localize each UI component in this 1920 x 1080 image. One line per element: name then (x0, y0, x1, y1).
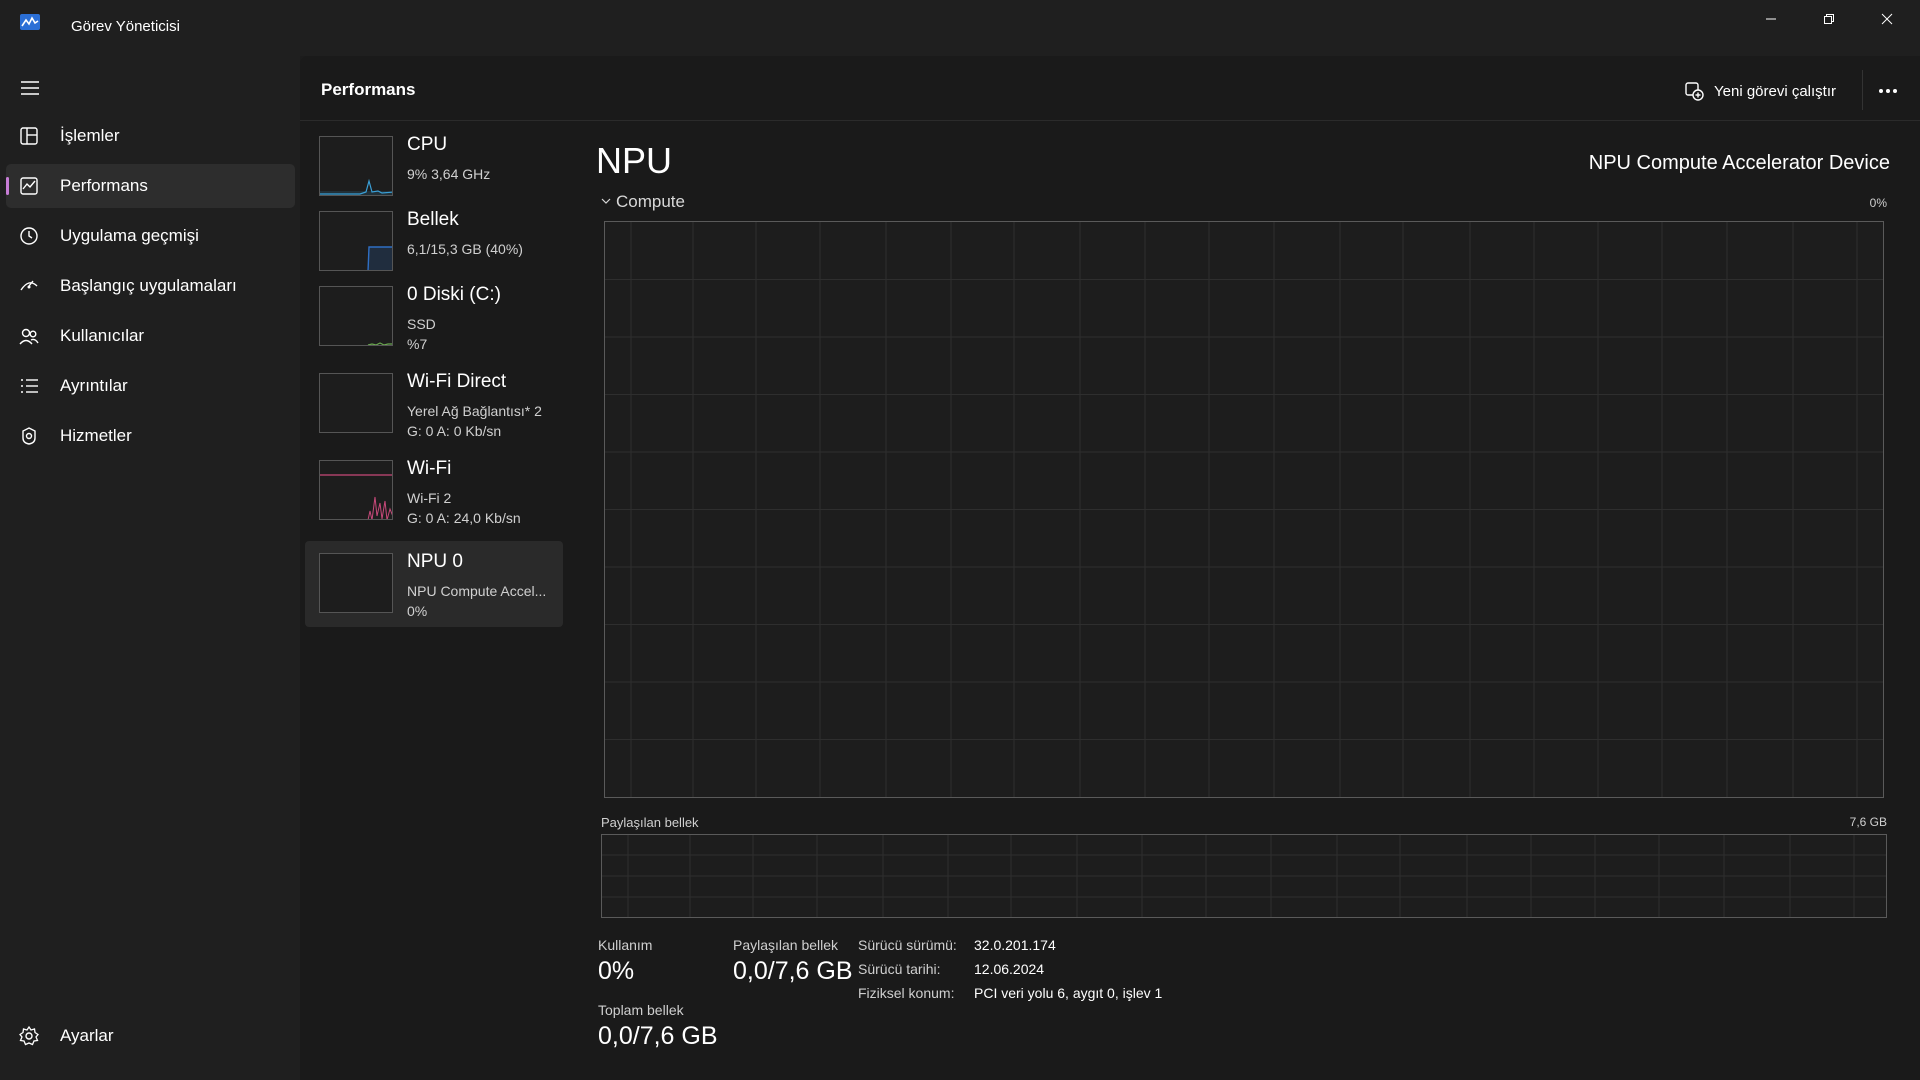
detail-title: NPU (596, 140, 673, 181)
navigation-toggle-button[interactable] (14, 72, 46, 104)
close-button[interactable] (1858, 0, 1916, 38)
history-icon (20, 227, 38, 245)
resource-name: Bellek (407, 209, 459, 230)
resource-detail: %7 (407, 336, 428, 352)
usage-label: Kullanım (598, 937, 653, 953)
close-icon (1881, 13, 1893, 25)
sidebar-item-processes[interactable]: İşlemler (6, 114, 295, 158)
resource-name: Wi-Fi (407, 458, 452, 479)
resource-name: NPU 0 (407, 551, 463, 572)
details-icon (21, 379, 38, 393)
restore-icon (1824, 14, 1834, 24)
resource-detail: 6,1/15,3 GB (40%) (407, 241, 523, 257)
chevron-down-icon[interactable] (601, 197, 611, 205)
performance-icon (20, 177, 38, 195)
resource-detail: Yerel Ağ Bağlantısı* 2 (407, 403, 542, 419)
sidebar-item-users[interactable]: Kullanıcılar (6, 314, 295, 358)
page-title: Performans (321, 80, 416, 99)
run-new-task-label: Yeni görevi çalıştır (1714, 82, 1837, 100)
sidebar-item-details[interactable]: Ayrıntılar (6, 364, 295, 408)
resource-detail: G: 0 A: 24,0 Kb/sn (407, 510, 521, 526)
compute-grid (605, 222, 1883, 797)
resource-thumbnail-npu (319, 553, 393, 613)
sidebar-item-services[interactable]: Hizmetler (6, 414, 295, 458)
shared-memory-max-label: 7,6 GB (1849, 815, 1887, 829)
resource-thumbnail-wifi (319, 460, 393, 520)
settings-icon (19, 1025, 39, 1046)
startup-icon (20, 280, 38, 291)
resource-thumbnail-cpu (319, 136, 393, 196)
resource-item-disk[interactable]: 0 Diski (C:) SSD %7 (305, 274, 563, 360)
more-options-button[interactable] (1870, 76, 1906, 106)
sidebar-item-label: Uygulama geçmişi (60, 226, 199, 245)
title-bar: Görev Yöneticisi (0, 0, 1920, 56)
device-name: NPU Compute Accelerator Device (1588, 152, 1890, 174)
resource-detail: G: 0 A: 0 Kb/sn (407, 423, 502, 439)
sidebar-item-label: Ayarlar (60, 1026, 114, 1045)
sidebar-item-app-history[interactable]: Uygulama geçmişi (6, 214, 295, 258)
window-title: Görev Yöneticisi (71, 18, 180, 35)
shared-memory-grid (602, 835, 1886, 917)
resource-thumbnail-disk (319, 286, 393, 346)
total-memory-label: Toplam bellek (598, 1002, 684, 1018)
resource-detail: 0% (407, 603, 428, 619)
run-new-task-button[interactable]: Yeni görevi çalıştır (1684, 76, 1836, 106)
more-icon (1879, 89, 1897, 93)
shared-memory-graph (601, 834, 1887, 918)
services-icon (22, 427, 36, 445)
driver-version-value: 32.0.201.174 (974, 937, 1056, 953)
main-header: Performans Yeni görevi çalıştır (300, 56, 1920, 121)
sidebar-item-label: Kullanıcılar (60, 326, 145, 345)
driver-date-value: 12.06.2024 (974, 961, 1045, 977)
header-divider (1862, 70, 1863, 110)
resource-name: Wi-Fi Direct (407, 371, 507, 392)
sidebar-item-settings[interactable]: Ayarlar (6, 1014, 295, 1058)
minimize-button[interactable] (1742, 0, 1800, 38)
resource-item-cpu[interactable]: CPU 9% 3,64 GHz (305, 124, 563, 210)
driver-version-label: Sürücü sürümü: (858, 937, 957, 953)
usage-value: 0% (598, 957, 635, 985)
shared-memory-graph-label: Paylaşılan bellek (601, 815, 699, 830)
resource-detail: NPU Compute Accel... (407, 583, 547, 599)
resource-item-wifi[interactable]: Wi-Fi Wi-Fi 2 G: 0 A: 24,0 Kb/sn (305, 448, 563, 534)
shared-memory-value: 0,0/7,6 GB (733, 957, 853, 985)
physical-location-value: PCI veri yolu 6, aygıt 0, işlev 1 (974, 985, 1163, 1001)
resource-detail: SSD (407, 316, 436, 332)
total-memory-value: 0,0/7,6 GB (598, 1022, 718, 1050)
resource-item-memory[interactable]: Bellek 6,1/15,3 GB (40%) (305, 199, 563, 285)
minimize-icon (1766, 18, 1776, 20)
resource-item-wifi-direct[interactable]: Wi-Fi Direct Yerel Ağ Bağlantısı* 2 G: 0… (305, 361, 563, 447)
restore-button[interactable] (1800, 0, 1858, 38)
driver-date-label: Sürücü tarihi: (858, 961, 941, 977)
resource-thumbnail-wifi-direct (319, 373, 393, 433)
resource-name: 0 Diski (C:) (407, 284, 501, 305)
resource-thumbnail-memory (319, 211, 393, 271)
sidebar-item-label: İşlemler (60, 126, 120, 145)
resource-name: CPU (407, 134, 448, 155)
active-indicator (6, 177, 9, 195)
sidebar-item-label: Ayrıntılar (60, 376, 128, 395)
processes-icon (20, 127, 38, 145)
physical-location-label: Fiziksel konum: (858, 985, 955, 1001)
users-icon (19, 328, 39, 345)
compute-graph-selector[interactable]: Compute (616, 192, 685, 212)
sidebar-item-startup-apps[interactable]: Başlangıç uygulamaları (6, 264, 295, 308)
hamburger-icon (21, 81, 39, 95)
new-task-icon (1685, 82, 1704, 101)
sidebar-item-label: Başlangıç uygulamaları (60, 276, 237, 295)
compute-graph (604, 221, 1884, 798)
task-manager-app-icon (20, 14, 40, 30)
resource-detail: 9% 3,64 GHz (407, 166, 491, 182)
resource-item-npu[interactable]: NPU 0 NPU Compute Accel... 0% (305, 541, 563, 627)
shared-memory-label: Paylaşılan bellek (733, 937, 839, 953)
resource-detail: Wi-Fi 2 (407, 490, 452, 506)
compute-max-label: 0% (1869, 196, 1887, 210)
sidebar-item-performance[interactable]: Performans (6, 164, 295, 208)
sidebar: İşlemler Performans Uygulama geçmişi Baş… (0, 56, 300, 1080)
sidebar-item-label: Performans (60, 176, 148, 195)
sidebar-item-label: Hizmetler (60, 426, 132, 445)
